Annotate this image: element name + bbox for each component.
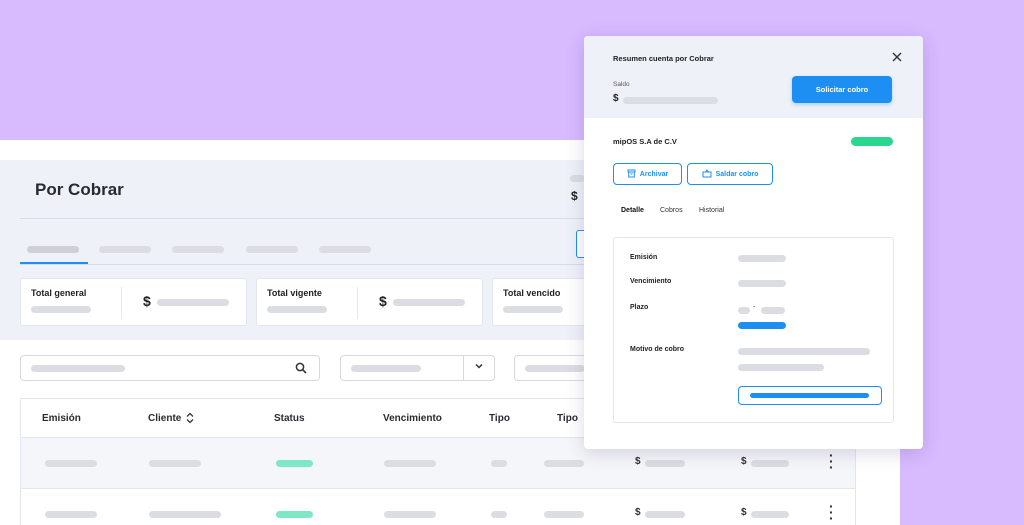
cell-placeholder [544, 460, 584, 467]
settle-button[interactable]: Saldar cobro [687, 163, 773, 185]
status-badge [276, 460, 313, 467]
tab-placeholder[interactable] [27, 246, 79, 253]
cell-currency: $ [741, 507, 747, 518]
summary-currency: $ [379, 293, 387, 309]
summary-amount [393, 299, 465, 306]
search-input[interactable] [20, 355, 320, 381]
settle-label: Saldar cobro [715, 170, 759, 178]
tab-detalle[interactable]: Detalle [621, 207, 644, 214]
tab-historial[interactable]: Historial [699, 207, 724, 214]
detail-action-button[interactable] [738, 386, 882, 405]
column-header-status[interactable]: Status [274, 413, 305, 424]
field-label-emision: Emisión [630, 254, 658, 261]
tab-placeholder[interactable] [319, 246, 371, 253]
chevron-down-icon[interactable] [474, 361, 484, 374]
filter-select-secondary[interactable] [514, 355, 594, 381]
filter-select[interactable] [340, 355, 495, 381]
company-name: mipOS S.A de C.V [613, 137, 677, 146]
sort-icon[interactable] [186, 411, 194, 429]
select-divider [463, 356, 464, 380]
detail-panel: Emisión Vencimiento Plazo - Motivo de co… [613, 237, 894, 423]
summary-card-total-vigente: Total vigente $ [256, 278, 483, 326]
more-vertical-icon[interactable]: · · · [829, 499, 834, 525]
summary-label: Total vencido [503, 288, 561, 298]
tab-cobros[interactable]: Cobros [660, 207, 683, 214]
cell-placeholder [149, 460, 201, 467]
column-header-tipo-2[interactable]: Tipo [557, 413, 578, 424]
cell-amount [751, 460, 789, 467]
field-label-motivo: Motivo de cobro [630, 346, 685, 353]
cell-placeholder [384, 460, 436, 467]
cell-placeholder [45, 460, 97, 467]
tab-placeholder[interactable] [246, 246, 298, 253]
field-value-plazo-end [761, 307, 785, 314]
cell-amount [645, 511, 685, 518]
field-value-plazo-start [738, 307, 750, 314]
summary-label: Total vigente [267, 288, 322, 298]
archive-button[interactable]: Archivar [613, 163, 682, 185]
drawer-header: Resumen cuenta por Cobrar Saldo $ Solici… [584, 36, 923, 118]
archive-icon [627, 169, 636, 180]
cell-placeholder [149, 511, 221, 518]
close-icon[interactable] [892, 49, 902, 65]
tabs-divider [20, 264, 600, 265]
cell-placeholder [384, 511, 436, 518]
column-header-cliente[interactable]: Cliente [148, 413, 181, 424]
cell-placeholder [491, 511, 507, 518]
saldo-currency: $ [613, 93, 619, 104]
header-currency: $ [571, 189, 578, 203]
card-divider [121, 287, 122, 319]
cell-placeholder [544, 511, 584, 518]
cell-placeholder [491, 460, 507, 467]
archive-label: Archivar [639, 170, 669, 178]
column-header-tipo[interactable]: Tipo [489, 413, 510, 424]
column-header-vencimiento[interactable]: Vencimiento [383, 413, 442, 424]
summary-card-total-vencido: Total vencido [492, 278, 592, 326]
field-value-vencimiento [738, 280, 786, 287]
tab-placeholder[interactable] [172, 246, 224, 253]
page-title: Por Cobrar [35, 180, 124, 199]
field-value-motivo [738, 348, 870, 355]
plazo-progress [738, 322, 786, 329]
header-divider [20, 218, 600, 219]
field-value-motivo-2 [738, 364, 824, 371]
saldo-label: Saldo [613, 81, 630, 88]
select-placeholder [525, 365, 585, 372]
table-row[interactable]: $ $ · · · [21, 488, 855, 525]
cell-placeholder [45, 511, 97, 518]
card-divider [357, 287, 358, 319]
column-header-emision[interactable]: Emisión [42, 413, 81, 424]
summary-card-total-general: Total general $ [20, 278, 247, 326]
summary-currency: $ [143, 293, 151, 309]
summary-subvalue [503, 306, 563, 313]
more-vertical-icon[interactable]: · · · [829, 448, 834, 474]
select-placeholder [351, 365, 421, 372]
search-icon[interactable] [295, 362, 307, 377]
saldo-amount [623, 97, 718, 104]
cell-amount [645, 460, 685, 467]
tab-placeholder[interactable] [99, 246, 151, 253]
request-payment-button[interactable]: Solicitar cobro [792, 76, 892, 103]
summary-label: Total general [31, 288, 87, 298]
receivable-summary-drawer: Resumen cuenta por Cobrar Saldo $ Solici… [584, 36, 923, 449]
cell-amount [751, 511, 789, 518]
field-value-emision [738, 255, 786, 262]
cell-currency: $ [741, 456, 747, 467]
header-placeholder [570, 175, 585, 182]
search-placeholder [31, 365, 125, 372]
status-badge [851, 137, 893, 146]
summary-subvalue [31, 306, 91, 313]
cell-currency: $ [635, 507, 641, 518]
field-label-vencimiento: Vencimiento [630, 278, 672, 285]
field-label-plazo: Plazo [630, 304, 649, 311]
status-badge [276, 511, 313, 518]
drawer-title: Resumen cuenta por Cobrar [613, 54, 714, 63]
plazo-separator: - [753, 304, 756, 311]
summary-subvalue [267, 306, 327, 313]
settle-icon [702, 168, 712, 180]
button-placeholder [750, 393, 869, 398]
summary-amount [157, 299, 229, 306]
cell-currency: $ [635, 456, 641, 467]
